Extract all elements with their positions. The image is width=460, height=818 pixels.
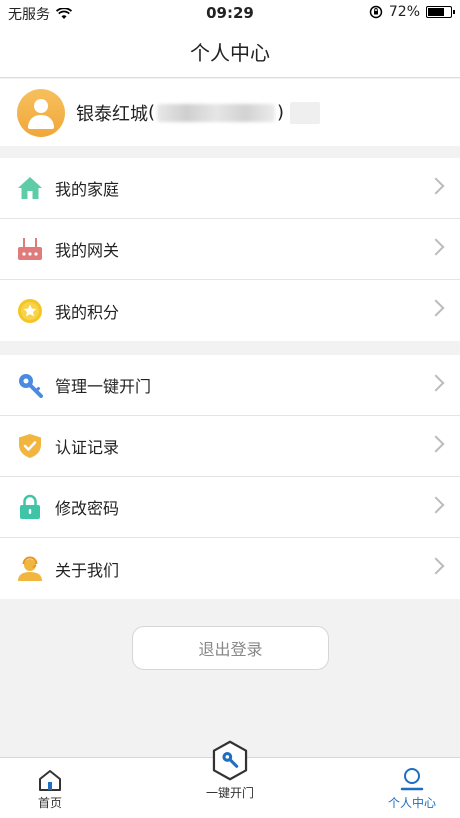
profile-header[interactable]: 银泰红城 ( ) bbox=[0, 79, 460, 146]
battery-fill bbox=[428, 8, 444, 16]
chevron-right-icon bbox=[427, 177, 445, 195]
lock-icon bbox=[17, 494, 43, 520]
menu-item-family[interactable]: 我的家庭 bbox=[0, 158, 460, 219]
menu-item-label: 关于我们 bbox=[55, 560, 120, 580]
menu-item-about-us[interactable]: 关于我们 bbox=[0, 538, 460, 599]
house-icon bbox=[17, 175, 43, 201]
menu-item-label: 修改密码 bbox=[55, 499, 120, 518]
masked-tail bbox=[290, 101, 321, 124]
support-agent-icon bbox=[17, 556, 43, 582]
key-icon bbox=[17, 372, 43, 398]
battery-percent: 72% bbox=[388, 4, 420, 20]
page-title: 个人中心 bbox=[190, 41, 270, 65]
profile-community: 银泰红城 bbox=[76, 103, 148, 125]
chevron-right-icon bbox=[427, 299, 445, 317]
masked-phone bbox=[157, 103, 276, 122]
router-icon bbox=[17, 236, 43, 262]
profile-close-paren: ) bbox=[277, 102, 285, 123]
menu-item-label: 我的网关 bbox=[55, 241, 120, 260]
menu-item-label: 我的家庭 bbox=[55, 180, 120, 199]
tab-home[interactable]: 首页 bbox=[22, 758, 78, 818]
shield-check-icon bbox=[17, 433, 43, 459]
rotation-lock-icon bbox=[369, 5, 383, 19]
profile-open-paren: ( bbox=[148, 102, 156, 123]
avatar[interactable] bbox=[17, 88, 65, 137]
menu-item-label: 认证记录 bbox=[55, 438, 120, 457]
hex-key-icon bbox=[212, 740, 248, 781]
tab-label: 个人中心 bbox=[387, 796, 436, 810]
logout-button[interactable]: 退出登录 bbox=[132, 626, 329, 670]
nav-bar: 个人中心 bbox=[0, 26, 460, 78]
star-coin-icon bbox=[17, 298, 43, 324]
tab-bar: 首页 一键开门 个人中心 bbox=[0, 740, 460, 818]
menu-group-1: 我的家庭 我的网关 我的积分 bbox=[0, 158, 460, 341]
menu-item-manage-one-key-open[interactable]: 管理一键开门 bbox=[0, 355, 460, 416]
chevron-right-icon bbox=[427, 374, 445, 392]
chevron-right-icon bbox=[427, 238, 445, 256]
profile-name: 银泰红城 ( ) bbox=[76, 100, 321, 126]
menu-group-2: 管理一键开门 认证记录 修改密码 关于我们 bbox=[0, 355, 460, 599]
tab-profile[interactable]: 个人中心 bbox=[380, 758, 444, 818]
chevron-right-icon bbox=[427, 435, 445, 453]
status-bar: 无服务 09:29 72% bbox=[0, 0, 460, 26]
menu-item-auth-records[interactable]: 认证记录 bbox=[0, 416, 460, 477]
tab-label: 首页 bbox=[37, 796, 62, 810]
menu-item-label: 我的积分 bbox=[55, 302, 120, 322]
status-right: 72% bbox=[369, 4, 455, 20]
home-icon bbox=[39, 770, 61, 791]
menu-item-points[interactable]: 我的积分 bbox=[0, 280, 460, 341]
person-icon bbox=[400, 768, 424, 791]
menu-item-label: 管理一键开门 bbox=[55, 377, 152, 396]
menu-item-gateway[interactable]: 我的网关 bbox=[0, 219, 460, 280]
avatar-head bbox=[34, 98, 48, 113]
tab-one-key-open[interactable]: 一键开门 bbox=[190, 740, 270, 818]
avatar-body bbox=[28, 114, 54, 129]
battery-icon bbox=[426, 6, 455, 18]
tab-label: 一键开门 bbox=[205, 786, 254, 800]
chevron-right-icon bbox=[427, 496, 445, 514]
menu-item-change-password[interactable]: 修改密码 bbox=[0, 477, 460, 538]
chevron-right-icon bbox=[427, 557, 445, 575]
